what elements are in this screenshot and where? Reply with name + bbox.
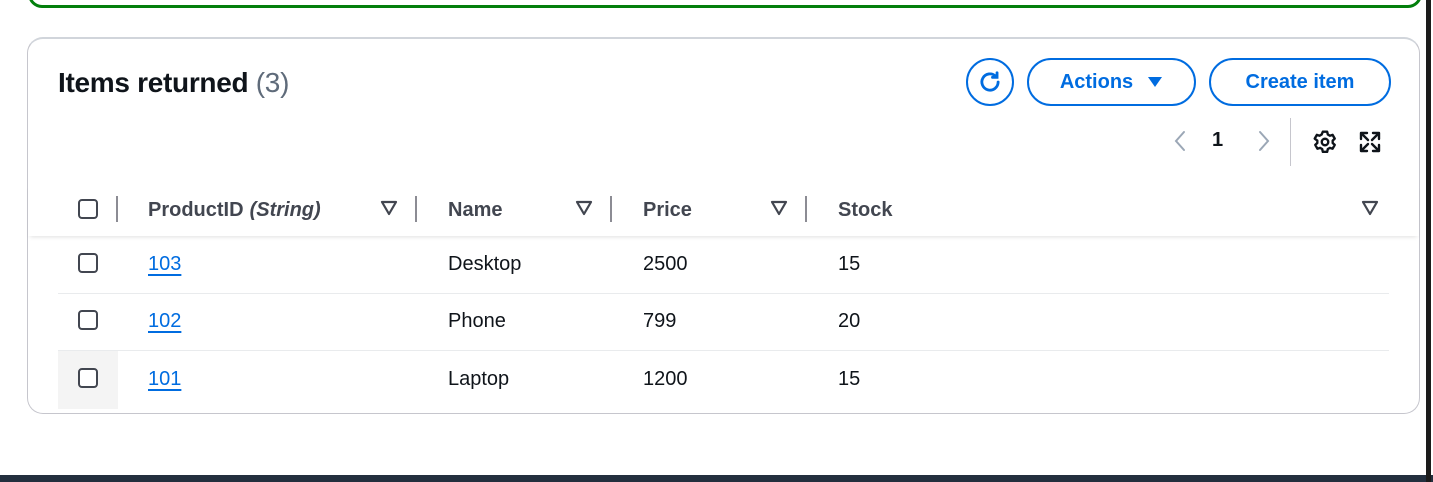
- name-cell: Phone: [448, 310, 506, 332]
- current-page[interactable]: 1: [1212, 129, 1223, 152]
- price-cell: 1200: [643, 368, 688, 390]
- create-item-button[interactable]: Create item: [1209, 58, 1391, 106]
- price-cell: 2500: [643, 253, 688, 275]
- title-text: Items returned: [58, 67, 249, 98]
- sort-icon[interactable]: [575, 199, 593, 217]
- table-header: ProductID (String) Name Price Stock: [28, 184, 1419, 236]
- actions-button[interactable]: Actions: [1027, 58, 1196, 106]
- column-header-name[interactable]: Name: [448, 184, 502, 236]
- stock-cell: 15: [838, 253, 861, 275]
- product-id-link[interactable]: 102: [148, 310, 181, 333]
- fullscreen-button[interactable]: [1358, 130, 1382, 154]
- table-row: 101 Laptop 1200 15: [58, 351, 1389, 409]
- caret-down-icon: [1148, 77, 1163, 87]
- previous-page-button[interactable]: [1168, 128, 1192, 154]
- footer-bar: [0, 475, 1433, 482]
- price-cell: 799: [643, 310, 677, 332]
- column-separator: [116, 196, 118, 222]
- table-row: 103 Desktop 2500 15: [58, 236, 1389, 294]
- name-cell: Desktop: [448, 253, 522, 275]
- column-header-price[interactable]: Price: [643, 184, 692, 236]
- select-all-checkbox[interactable]: [78, 199, 98, 219]
- column-header-stock[interactable]: Stock: [838, 184, 892, 236]
- gear-icon: [1313, 130, 1336, 154]
- row-checkbox[interactable]: [78, 368, 98, 388]
- row-checkbox[interactable]: [78, 253, 98, 273]
- column-header-productid[interactable]: ProductID (String): [148, 184, 321, 236]
- stock-cell: 15: [838, 368, 861, 390]
- chevron-left-icon: [1174, 131, 1185, 151]
- name-cell: Laptop: [448, 368, 510, 390]
- success-banner: [28, 0, 1422, 8]
- column-separator[interactable]: [610, 196, 612, 222]
- page-title: Items returned (3): [58, 67, 289, 99]
- column-label: ProductID: [148, 198, 244, 221]
- refresh-button[interactable]: [966, 58, 1014, 106]
- sort-icon[interactable]: [380, 199, 398, 217]
- stock-cell: 20: [838, 310, 861, 332]
- column-label: Name: [448, 198, 503, 221]
- column-separator[interactable]: [415, 196, 417, 222]
- table-row: 102 Phone 799 20: [58, 293, 1389, 351]
- sort-icon[interactable]: [770, 199, 788, 217]
- items-count: (3): [255, 67, 290, 98]
- column-type: (String): [249, 198, 321, 221]
- refresh-icon: [980, 71, 1000, 92]
- items-panel: Items returned (3) Actions Create item 1: [27, 37, 1420, 414]
- sort-icon[interactable]: [1361, 199, 1379, 217]
- scrollbar[interactable]: [1426, 0, 1431, 482]
- preferences-button[interactable]: [1312, 129, 1338, 155]
- next-page-button[interactable]: [1252, 128, 1276, 154]
- create-item-label: Create item: [1245, 70, 1355, 93]
- product-id-link[interactable]: 103: [148, 253, 181, 276]
- product-id-link[interactable]: 101: [148, 368, 181, 391]
- fullscreen-icon: [1359, 131, 1381, 153]
- column-separator[interactable]: [805, 196, 807, 222]
- actions-label: Actions: [1059, 70, 1134, 93]
- chevron-right-icon: [1259, 131, 1270, 151]
- page: Items returned (3) Actions Create item 1: [0, 0, 1433, 482]
- pager-divider: [1290, 118, 1291, 166]
- column-label: Price: [643, 198, 692, 221]
- row-checkbox[interactable]: [78, 310, 98, 330]
- column-label: Stock: [838, 198, 893, 221]
